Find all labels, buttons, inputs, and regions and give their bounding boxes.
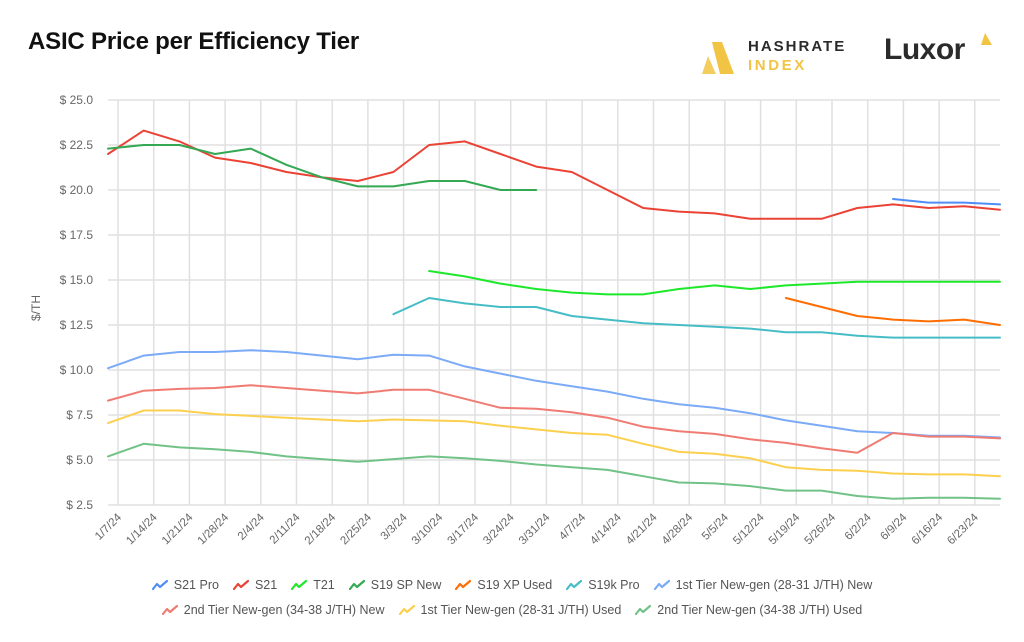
legend-item[interactable]: 1st Tier New-gen (28-31 J/TH) New [653,578,873,592]
y-tick-label: $ 7.5 [66,408,93,422]
x-tick-label: 3/17/24 [446,511,482,547]
x-tick-label: 4/28/24 [660,511,696,547]
x-tick-label: 3/24/24 [481,511,517,547]
series-line-s21 [107,129,1001,220]
x-tick-label: 5/19/24 [767,511,803,547]
legend-item[interactable]: S19k Pro [566,578,640,592]
legend-label: 1st Tier New-gen (28-31 J/TH) New [675,578,873,592]
legend-line-icon [398,605,415,615]
legend-row-1: S21 Pro S21 T21 S19 SP New S19 XP Used S19k P… [0,578,1024,592]
x-tick-label: 5/5/24 [700,511,732,543]
legend-item[interactable]: S19 XP Used [455,578,552,592]
series-lines [107,129,1001,500]
x-tick-label: 5/12/24 [731,511,767,547]
series-line-s19-xp-used [784,297,1001,326]
y-tick-label: $ 17.5 [60,228,94,242]
legend-line-icon [653,580,670,590]
legend-label: 2nd Tier New-gen (34-38 J/TH) Used [657,603,863,617]
y-tick-label: $ 22.5 [60,138,94,152]
x-tick-label: 1/21/24 [160,511,196,547]
legend-line-icon [291,580,308,590]
x-tick-label: 4/7/24 [557,511,589,543]
legend-item[interactable]: S21 [232,578,278,592]
x-tick-label: 4/21/24 [624,511,660,547]
series-line-s19-sp-new [107,144,538,191]
y-tick-label: $ 15.0 [60,273,94,287]
y-tick-label: $ 2.5 [66,498,93,512]
x-tick-label: 3/3/24 [379,511,411,543]
series-line-s21-pro [892,198,1001,206]
legend-item[interactable]: S21 Pro [151,578,219,592]
series-line-s19k-pro [392,297,1001,339]
legend-item[interactable]: T21 [291,578,335,592]
x-tick-label: 4/14/24 [588,511,624,547]
legend-label: S19k Pro [588,578,640,592]
legend-line-icon [232,580,249,590]
y-tick-label: $ 5.0 [66,453,93,467]
x-tick-label: 5/26/24 [803,511,839,547]
legend-item[interactable]: S19 SP New [348,578,442,592]
legend-label: T21 [313,578,335,592]
legend-line-icon [348,580,365,590]
x-tick-label: 2/4/24 [236,511,268,543]
x-tick-label: 1/14/24 [124,511,160,547]
line-chart: $ 2.5 $ 5.0 $ 7.5 $ 10.0 $ 12.5 $ 15.0 $ 17.5 $… [29,93,1001,547]
legend-line-icon [151,580,168,590]
x-tick-label: 2/25/24 [338,511,374,547]
x-tick-label: 3/31/24 [517,511,553,547]
x-tick-label: 6/23/24 [945,511,981,547]
series-line-t21 [428,270,1001,296]
legend-item[interactable]: 2nd Tier New-gen (34-38 J/TH) New [161,603,385,617]
x-axis-ticks: 1/7/24 1/14/24 1/21/24 1/28/24 2/4/24 2/11/24… [93,511,981,547]
y-axis-label: $/TH [29,295,43,321]
y-tick-label: $ 20.0 [60,183,94,197]
x-tick-label: 1/7/24 [93,511,125,543]
legend-label: 1st Tier New-gen (28-31 J/TH) Used [420,603,622,617]
legend-line-icon [635,605,652,615]
y-axis-ticks: $ 2.5 $ 5.0 $ 7.5 $ 10.0 $ 12.5 $ 15.0 $ 17.5 $… [60,93,94,512]
legend-label: 2nd Tier New-gen (34-38 J/TH) New [183,603,385,617]
x-tick-label: 6/9/24 [878,511,910,543]
y-tick-label: $ 25.0 [60,93,94,107]
y-tick-label: $ 10.0 [60,363,94,377]
legend-row-2: 2nd Tier New-gen (34-38 J/TH) New 1st Tie… [0,603,1024,617]
legend-label: S19 XP Used [477,578,553,592]
legend-line-icon [455,580,472,590]
x-tick-label: 1/28/24 [196,511,232,547]
x-tick-label: 6/2/24 [843,511,875,543]
y-tick-label: $ 12.5 [60,318,94,332]
legend-line-icon [161,605,178,615]
series-line-1st-tier-new-gen-28-31-j-th-new [107,349,1001,439]
legend-label: S21 Pro [173,578,219,592]
legend-label: S21 [254,578,278,592]
x-tick-label: 3/10/24 [410,511,446,547]
legend-item[interactable]: 2nd Tier New-gen (34-38 J/TH) Used [635,603,862,617]
x-tick-label: 6/16/24 [910,511,946,547]
series-line-2nd-tier-new-gen-34-38-j-th-new [107,384,1001,454]
x-tick-label: 2/11/24 [268,511,303,546]
legend-label: S19 SP New [370,578,442,592]
legend-item[interactable]: 1st Tier New-gen (28-31 J/TH) Used [398,603,622,617]
x-tick-label: 2/18/24 [303,511,339,547]
legend-line-icon [566,580,583,590]
